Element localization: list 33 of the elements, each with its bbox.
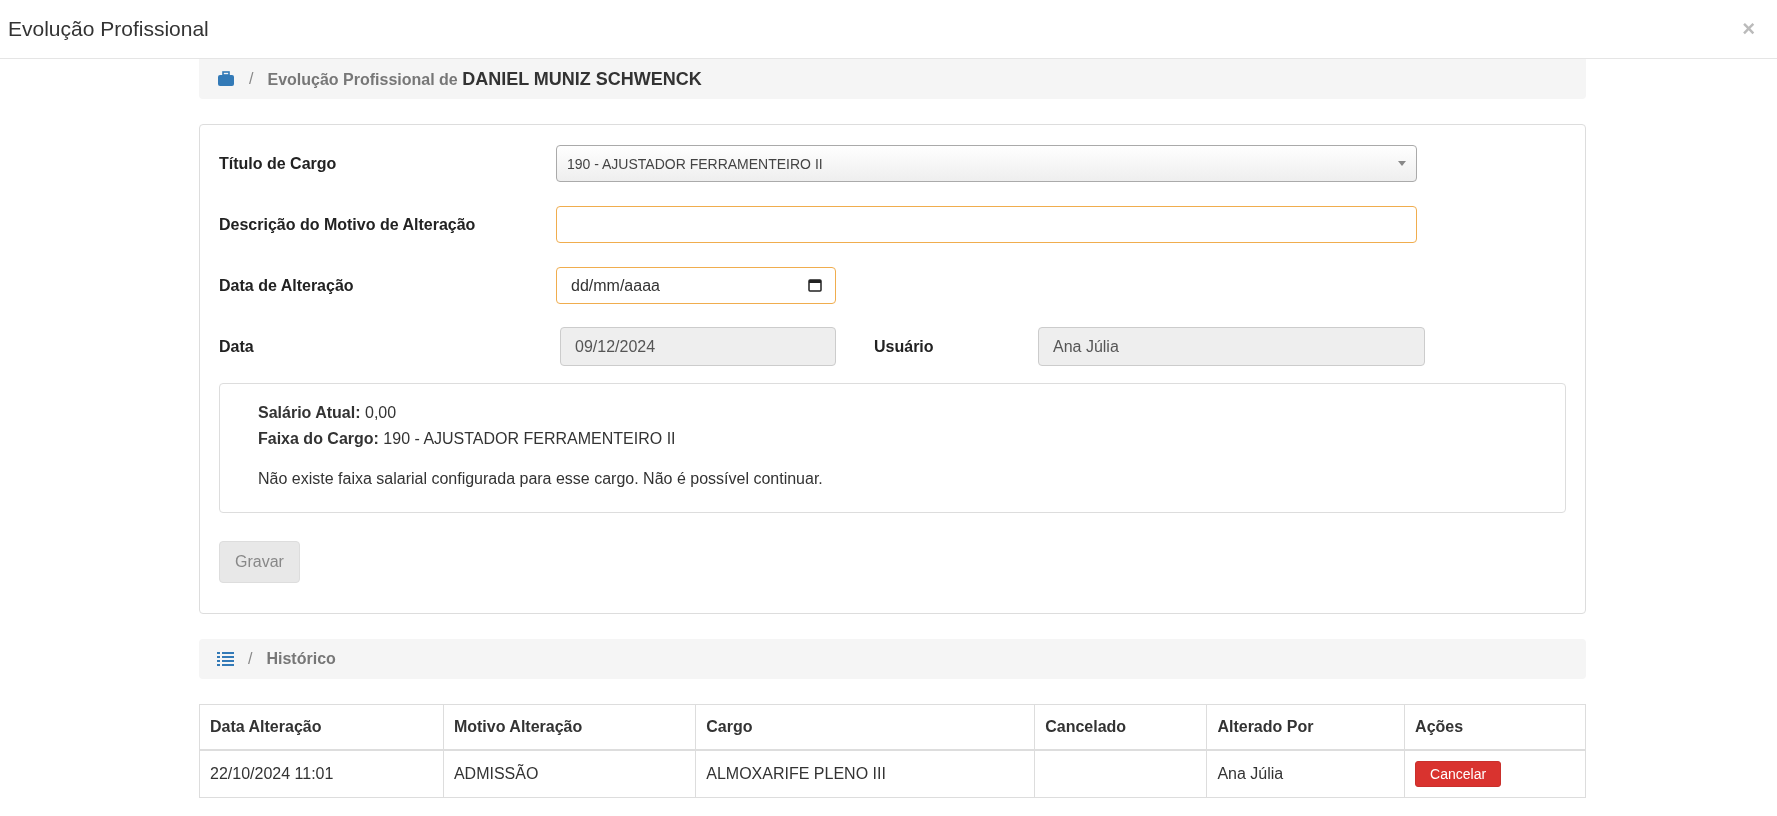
briefcase-icon — [217, 71, 235, 87]
field-label: Data de Alteração — [219, 276, 355, 295]
job-title-select[interactable]: 190 - AJUSTADOR FERRAMENTEIRO II — [556, 145, 1417, 182]
table-cell: 22/10/2024 11:01 — [199, 750, 444, 798]
column-header: Cargo — [695, 704, 1035, 750]
breadcrumb-text: Evolução Profissional de DANIEL MUNIZ SCHWENCK — [267, 68, 702, 90]
table-cell: ALMOXARIFE PLENO III — [695, 750, 1035, 798]
caret-icon — [1398, 161, 1406, 166]
warning-message: Não existe faixa salarial configurada para esse cargo. Não é possível continuar. — [258, 470, 824, 488]
section-title: Histórico — [266, 650, 336, 668]
breadcrumb-separator: / — [249, 70, 254, 88]
field-label: Título de Cargo — [219, 154, 338, 173]
column-header: Data Alteração — [199, 704, 444, 750]
calendar-icon[interactable] — [808, 278, 822, 292]
list-icon — [217, 652, 234, 666]
readonly-field: Ana Júlia — [1038, 327, 1425, 366]
breadcrumb-separator: / — [248, 650, 253, 668]
table-cell: ADMISSÃO — [443, 750, 696, 798]
info-line: Faixa do Cargo: 190 - AJUSTADOR FERRAMENTEIRO II — [258, 430, 677, 448]
table-cell: Ana Júlia — [1206, 750, 1405, 798]
column-header: Alterado Por — [1206, 704, 1405, 750]
input-field[interactable] — [556, 206, 1417, 243]
readonly-field: 09/12/2024 — [560, 327, 836, 366]
column-header: Motivo Alteração — [443, 704, 696, 750]
field-label: Data — [219, 337, 255, 356]
window-title: Evolução Profissional — [8, 17, 209, 41]
info-line: Salário Atual: 0,00 — [258, 404, 398, 422]
column-header: Cancelado — [1034, 704, 1207, 750]
column-header: Ações — [1404, 704, 1586, 750]
date-field[interactable]: dd/mm/aaaa — [556, 267, 836, 304]
cancel-button[interactable]: Cancelar — [1415, 761, 1502, 787]
field-label: Descrição do Motivo de Alteração — [219, 215, 477, 234]
field-label: Usuário — [874, 337, 935, 356]
